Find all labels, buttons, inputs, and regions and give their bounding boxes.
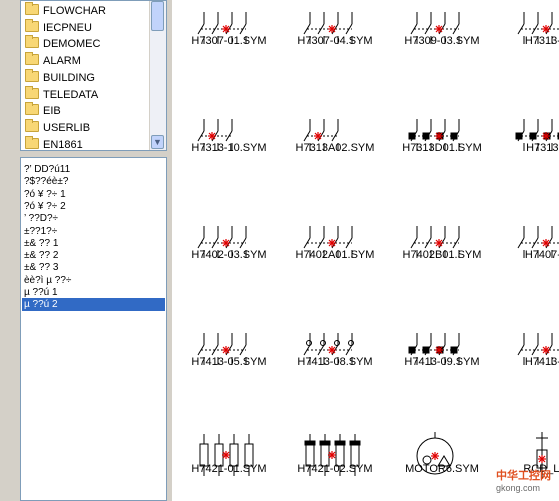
tree-folder-label: FLOWCHAR bbox=[43, 5, 106, 17]
symbol-thumbnail[interactable]: H7313-02 bbox=[496, 0, 559, 98]
tree-scrollbar[interactable]: ▼ bbox=[149, 1, 166, 150]
folder-tree[interactable]: FLOWCHAR IECPNEU DEMOMEC ALARM BUILDING TELED… bbox=[20, 0, 167, 151]
watermark-title: 中华工控网 bbox=[496, 470, 551, 482]
tree-folder-label: USERLIB bbox=[43, 121, 91, 134]
tree-folder-item[interactable]: FLOWCHAR bbox=[25, 2, 106, 19]
tree-folder-item[interactable]: ALARM bbox=[25, 52, 81, 69]
symbol-thumbnail[interactable]: H7413-05.SYM bbox=[176, 313, 282, 419]
symbol-thumbnail[interactable]: MOTOR6.SYM bbox=[389, 420, 495, 501]
folder-icon bbox=[25, 35, 39, 49]
folder-icon bbox=[25, 118, 39, 132]
symbol-filename-label: H7307-01.SYM bbox=[191, 35, 267, 47]
symbol-filename-label: H7413-08.SYM bbox=[297, 356, 373, 368]
symbol-filename-label: H7309-03.SYM bbox=[404, 35, 480, 47]
symbol-thumbnail[interactable]: H7313E0 bbox=[496, 99, 559, 205]
tree-folder-label: TELEDATA bbox=[43, 88, 99, 101]
symbol-thumbnail[interactable]: H7307-01.SYM bbox=[176, 0, 282, 98]
tree-folder-item[interactable]: DEMOMEC bbox=[25, 35, 101, 52]
list-item[interactable]: ±??1?÷ bbox=[22, 225, 165, 238]
symbol-filename-label: H7402-03.SYM bbox=[191, 249, 267, 261]
tree-folder-label: EIB bbox=[43, 105, 61, 118]
tree-folder-label: IECPNEU bbox=[43, 21, 92, 34]
symbol-filename-label: H7421-02.SYM bbox=[297, 463, 373, 475]
list-item[interactable]: ?ó ¥ ?÷ 1 bbox=[22, 188, 165, 201]
list-item[interactable]: ?’ DD?ú11 bbox=[22, 163, 165, 176]
symbol-filename-label: H7313E0 bbox=[526, 142, 559, 154]
symbol-thumbnail[interactable]: H7313-10.SYM bbox=[176, 99, 282, 205]
tree-folder-label: ALARM bbox=[43, 55, 81, 68]
symbol-filename-label: H7313-02 bbox=[524, 35, 559, 47]
symbol-filename-label: H7313D01.SYM bbox=[402, 142, 482, 154]
folder-icon bbox=[25, 68, 39, 82]
symbol-filename-label: H7413-09.SYM bbox=[404, 356, 480, 368]
symbol-thumbnail[interactable]: H7413-09.SYM bbox=[389, 313, 495, 419]
symbol-thumbnail[interactable]: H7307-04.SYM bbox=[282, 0, 388, 98]
symbol-thumbnail[interactable]: H7413-10 bbox=[496, 313, 559, 419]
folder-icon bbox=[25, 85, 39, 99]
symbol-filename-label: H7421-01.SYM bbox=[191, 463, 267, 475]
folder-icon bbox=[25, 52, 39, 66]
site-watermark: 中华工控网 gkong.com bbox=[496, 467, 551, 493]
symbol-filename-label: H7402B01.SYM bbox=[402, 249, 482, 261]
symbol-filename-label: H7313-10.SYM bbox=[191, 142, 267, 154]
folder-icon bbox=[25, 102, 39, 116]
list-item[interactable]: ±& ?? 3 bbox=[22, 261, 165, 274]
folder-icon bbox=[25, 18, 39, 32]
list-item[interactable]: ’ ??D?÷ bbox=[22, 212, 165, 225]
watermark-site: gkong.com bbox=[496, 483, 541, 493]
list-item[interactable]: ?ó ¥ ?÷ 2 bbox=[22, 200, 165, 213]
folder-icon bbox=[25, 135, 39, 149]
symbol-filename-label: MOTOR6.SYM bbox=[405, 463, 479, 475]
symbol-category-list[interactable]: ?’ DD?ú11 ?$??éè±? ?ó ¥ ?÷ 1 ?ó ¥ ?÷ 2’ ??D… bbox=[20, 157, 167, 501]
tree-folder-label: DEMOMEC bbox=[43, 38, 101, 51]
symbol-filename-label: H7313A02.SYM bbox=[295, 142, 375, 154]
symbol-thumbnail[interactable]: H7402-03.SYM bbox=[176, 206, 282, 312]
tree-folder-item[interactable]: TELEDATA bbox=[25, 85, 99, 103]
symbol-thumbnail[interactable]: H7413-08.SYM bbox=[282, 313, 388, 419]
list-item[interactable]: µ ??ú 1 bbox=[22, 286, 165, 299]
symbol-thumbnail[interactable]: H7313A02.SYM bbox=[282, 99, 388, 205]
symbol-filename-label: H7407-01 bbox=[524, 249, 559, 261]
list-item[interactable]: ±& ?? 2 bbox=[22, 249, 165, 262]
scrollbar-thumb[interactable] bbox=[151, 1, 164, 31]
tree-folder-item[interactable]: BUILDING bbox=[25, 68, 95, 86]
symbol-filename-label: H7307-04.SYM bbox=[297, 35, 373, 47]
tree-folder-label: EN1861 bbox=[43, 138, 83, 151]
symbol-thumbnail[interactable]: H7402B01.SYM bbox=[389, 206, 495, 312]
symbol-thumbnail[interactable]: H7313D01.SYM bbox=[389, 99, 495, 205]
scroll-down-arrow-icon[interactable]: ▼ bbox=[151, 135, 164, 149]
symbol-thumbnail[interactable]: H7421-01.SYM bbox=[176, 420, 282, 501]
tree-folder-item[interactable]: EN1861 bbox=[25, 135, 83, 151]
symbol-filename-label: H7413-10 bbox=[524, 356, 559, 368]
symbol-thumbnail[interactable]: H7407-01 bbox=[496, 206, 559, 312]
tree-folder-item[interactable]: USERLIB bbox=[25, 118, 91, 136]
list-item[interactable]: èè?ì µ ??÷ bbox=[22, 274, 165, 287]
symbol-thumbnail-panel: H7307-01.SYM H7307-04.SYM H7309-03.SYM H731… bbox=[172, 0, 559, 501]
tree-folder-item[interactable]: IECPNEU bbox=[25, 18, 92, 36]
symbol-thumbnail[interactable]: H7402A01.SYM bbox=[282, 206, 388, 312]
list-item[interactable]: ±& ?? 1 bbox=[22, 237, 165, 250]
symbol-thumbnail[interactable]: H7309-03.SYM bbox=[389, 0, 495, 98]
symbol-filename-label: H7402A01.SYM bbox=[295, 249, 375, 261]
symbol-filename-label: H7413-05.SYM bbox=[191, 356, 267, 368]
list-item[interactable]: µ ??ú 2 bbox=[22, 298, 165, 312]
list-item[interactable]: ?$??éè±? bbox=[22, 175, 165, 188]
folder-icon bbox=[25, 2, 39, 15]
symbol-thumbnail[interactable]: H7421-02.SYM bbox=[282, 420, 388, 501]
tree-folder-item[interactable]: EIB bbox=[25, 102, 61, 119]
tree-folder-label: BUILDING bbox=[43, 71, 95, 84]
